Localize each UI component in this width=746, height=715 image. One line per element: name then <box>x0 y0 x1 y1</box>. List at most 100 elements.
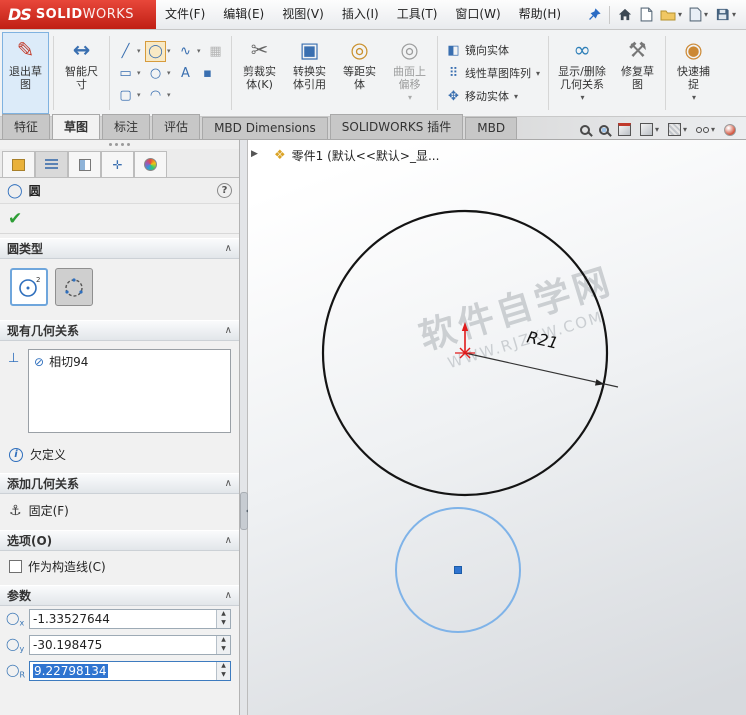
pin-icon[interactable] <box>587 7 602 22</box>
spline-tool-button[interactable]: ∿ <box>175 41 196 62</box>
menu-insert[interactable]: 插入(I) <box>333 0 388 29</box>
options-header[interactable]: 选项(O) ∧ <box>0 530 239 551</box>
panel-splitter[interactable] <box>240 140 250 715</box>
hide-show-items-icon[interactable]: ▾ <box>695 125 715 134</box>
tab-addins[interactable]: SOLIDWORKS 插件 <box>329 114 464 139</box>
collapse-chevron-icon[interactable]: ∧ <box>225 478 232 489</box>
line-tool-button[interactable]: ╱ <box>115 41 136 62</box>
zoom-fit-icon[interactable] <box>579 124 590 135</box>
feature-tree-breadcrumb[interactable]: ❖ 零件1 (默认<<默认>_显... <box>274 147 439 164</box>
circle-center-point[interactable] <box>454 566 462 574</box>
display-delete-relations-button[interactable]: ∞ 显示/删除几何关系 ▾ <box>553 32 611 114</box>
spin-up-icon[interactable]: ▲ <box>217 636 230 645</box>
dropdown-icon[interactable]: ▾ <box>137 69 144 77</box>
dropdown-icon[interactable]: ▾ <box>167 47 174 55</box>
tab-evaluate[interactable]: 评估 <box>152 114 201 139</box>
open-document-button[interactable]: ▾ <box>660 8 682 22</box>
feature-manager-tab[interactable] <box>2 151 35 177</box>
exit-sketch-button[interactable]: ✎ 退出草图 <box>2 32 49 114</box>
display-style-icon[interactable]: ▾ <box>667 123 687 136</box>
center-circle-type-button[interactable]: 2 <box>10 268 48 306</box>
construction-checkbox[interactable] <box>9 560 22 573</box>
center-y-spinner[interactable]: ▲ ▼ <box>216 636 230 654</box>
offset-entities-button[interactable]: ◎ 等距实体 <box>336 32 383 114</box>
menu-window[interactable]: 窗口(W) <box>446 0 509 29</box>
feature-tree-flyout-icon[interactable]: ▶ <box>251 149 258 159</box>
view-orientation-icon[interactable]: ▾ <box>639 123 659 136</box>
existing-relations-header[interactable]: 现有几何关系 ∧ <box>0 320 239 341</box>
dimension-line[interactable] <box>464 352 619 388</box>
relations-listbox[interactable]: ⊘ 相切94 <box>28 349 231 433</box>
dropdown-icon[interactable]: ▾ <box>167 69 174 77</box>
radius-spinner[interactable]: ▲ ▼ <box>216 662 230 680</box>
spin-down-icon[interactable]: ▼ <box>217 619 230 628</box>
rectangle-tool-button[interactable]: ▭ <box>115 63 136 84</box>
home-icon[interactable] <box>617 7 633 22</box>
quick-snaps-button[interactable]: ◉ 快速捕捉 ▾ <box>670 32 717 114</box>
center-x-input[interactable]: -1.33527644 <box>30 610 216 628</box>
spin-down-icon[interactable]: ▼ <box>217 671 230 680</box>
tab-mbd-dimensions[interactable]: MBD Dimensions <box>202 117 328 139</box>
perimeter-circle-type-button[interactable] <box>55 268 93 306</box>
menu-help[interactable]: 帮助(H) <box>510 0 570 29</box>
collapse-chevron-icon[interactable]: ∧ <box>225 325 232 336</box>
dropdown-icon: ▾ <box>580 93 585 102</box>
file-options-button[interactable]: ▾ <box>689 7 708 22</box>
convert-entities-button[interactable]: ▣ 转换实体引用 <box>286 32 333 114</box>
edit-appearance-icon[interactable] <box>724 123 736 136</box>
menu-file[interactable]: 文件(F) <box>156 0 214 29</box>
slot-tool-button[interactable]: ▢ <box>115 85 136 106</box>
mirror-entities-button[interactable]: ◧ 镜向实体 <box>442 40 544 61</box>
radius-input[interactable]: 9.22798134 <box>30 662 216 680</box>
arc-tool-button[interactable]: ◠ <box>145 85 166 106</box>
add-relations-header[interactable]: 添加几何关系 ∧ <box>0 473 239 494</box>
circle-tool-button[interactable]: ◯ <box>145 40 166 62</box>
dimxpert-manager-tab[interactable]: ✛ <box>101 151 134 177</box>
spin-down-icon[interactable]: ▼ <box>217 645 230 654</box>
tab-mbd[interactable]: MBD <box>465 117 518 139</box>
spin-up-icon[interactable]: ▲ <box>217 662 230 671</box>
menu-edit[interactable]: 编辑(E) <box>214 0 273 29</box>
linear-pattern-button[interactable]: ⠿ 线性草图阵列 ▾ <box>442 63 544 84</box>
dimension-text[interactable]: R21 <box>525 327 560 352</box>
relation-list-item[interactable]: ⊘ 相切94 <box>29 350 230 373</box>
spin-up-icon[interactable]: ▲ <box>217 610 230 619</box>
parameters-header[interactable]: 参数 ∧ <box>0 585 239 606</box>
ok-check-icon[interactable]: ✔ <box>8 209 22 229</box>
dropdown-icon[interactable]: ▾ <box>137 91 144 99</box>
tab-sketch[interactable]: 草图 <box>52 114 101 139</box>
collapse-chevron-icon[interactable]: ∧ <box>225 590 232 601</box>
collapse-chevron-icon[interactable]: ∧ <box>225 535 232 546</box>
help-icon[interactable]: ? <box>217 183 232 198</box>
text-tool-button[interactable]: A <box>175 63 196 84</box>
fix-relation-button[interactable]: 固定(F) <box>29 502 69 519</box>
display-manager-tab[interactable] <box>134 151 167 177</box>
circle-type-header[interactable]: 圆类型 ∧ <box>0 238 239 259</box>
center-y-input[interactable]: -30.198475 <box>30 636 216 654</box>
display-manager-icon <box>144 158 157 171</box>
splitter-handle[interactable] <box>240 492 250 530</box>
tab-annotation[interactable]: 标注 <box>102 114 151 139</box>
dropdown-icon[interactable]: ▾ <box>137 47 144 55</box>
dropdown-icon[interactable]: ▾ <box>197 47 204 55</box>
smart-dimension-button[interactable]: ↔ 智能尺寸 <box>58 32 105 114</box>
move-entities-button[interactable]: ✥ 移动实体 ▾ <box>442 86 544 107</box>
graphics-viewport[interactable]: ▶ ❖ 零件1 (默认<<默认>_显... 软件自学网 WWW.RJZXW.CO… <box>248 140 746 715</box>
point-tool-button[interactable]: ▪ <box>197 63 218 84</box>
ellipse-tool-button[interactable]: ○ <box>145 63 166 84</box>
trim-entities-button[interactable]: ✂ 剪裁实体(K) <box>236 32 283 114</box>
configuration-manager-tab[interactable] <box>68 151 101 177</box>
property-manager-tab[interactable] <box>35 151 68 177</box>
save-button[interactable]: ▾ <box>715 7 736 22</box>
center-x-spinner[interactable]: ▲ ▼ <box>216 610 230 628</box>
dropdown-icon[interactable]: ▾ <box>167 91 174 99</box>
section-view-icon[interactable] <box>617 123 631 136</box>
zoom-area-icon[interactable] <box>598 124 609 135</box>
menu-tools[interactable]: 工具(T) <box>388 0 447 29</box>
collapse-chevron-icon[interactable]: ∧ <box>225 243 232 254</box>
new-document-icon[interactable] <box>640 7 653 22</box>
repair-sketch-button[interactable]: ⚒ 修复草图 <box>614 32 661 114</box>
menu-view[interactable]: 视图(V) <box>273 0 333 29</box>
panel-drag-handle[interactable] <box>0 140 239 149</box>
tab-features[interactable]: 特征 <box>2 114 51 139</box>
